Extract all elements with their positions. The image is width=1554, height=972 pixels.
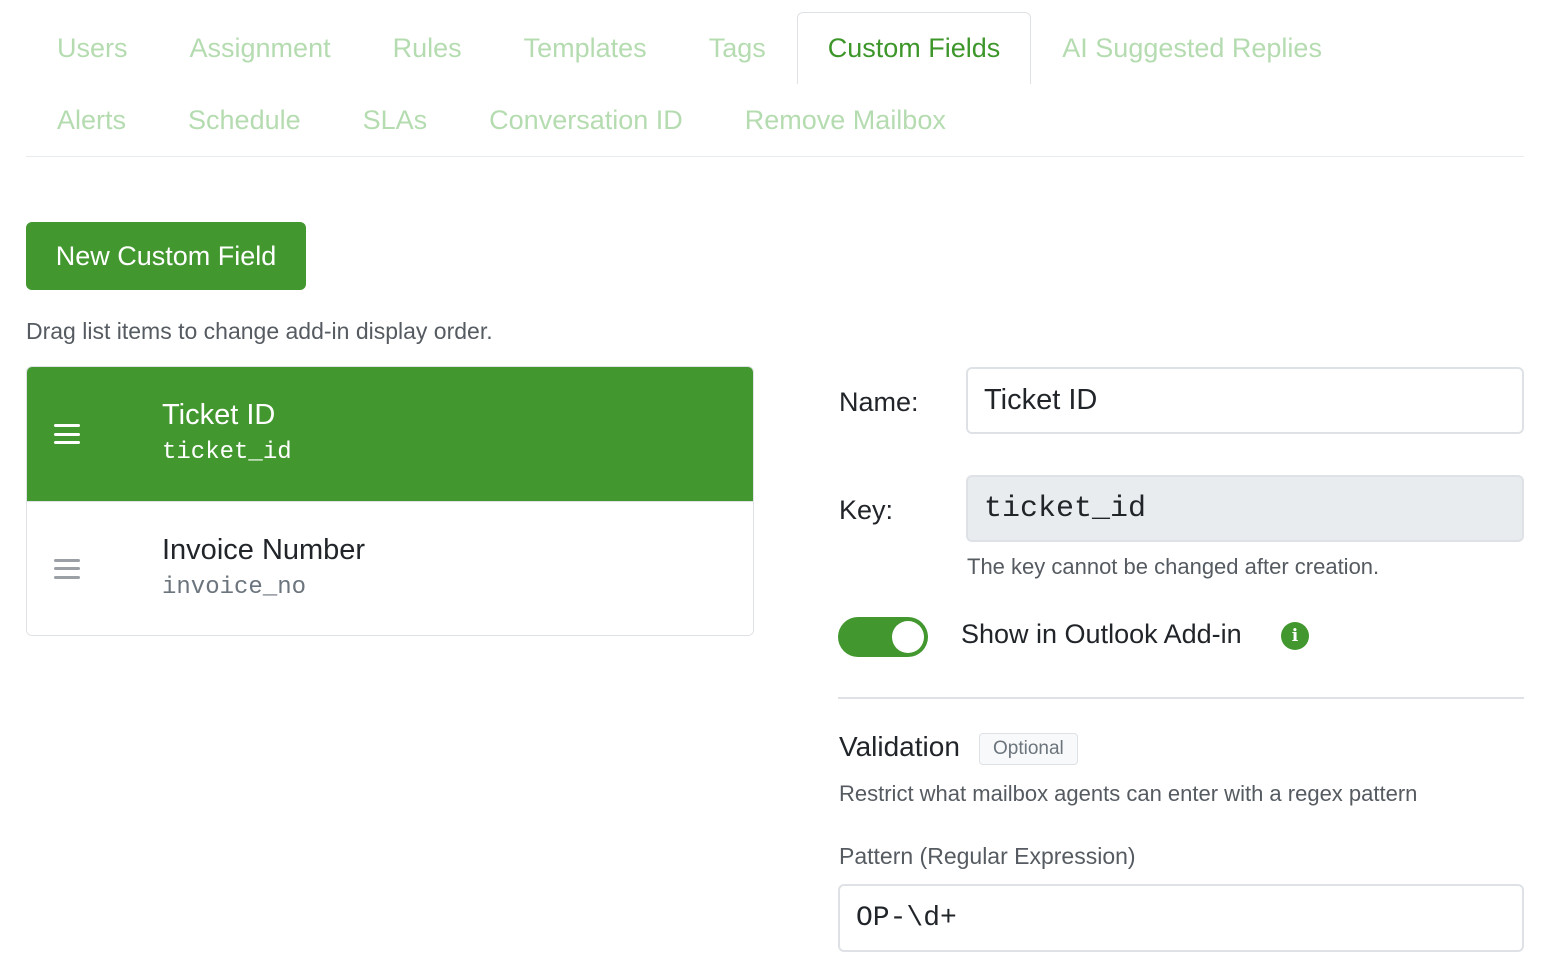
tab-slas[interactable]: SLAs [332, 84, 459, 156]
tab-row-1: Users Assignment Rules Templates Tags Cu… [26, 12, 1353, 84]
tab-templates[interactable]: Templates [493, 12, 678, 84]
list-item[interactable]: Invoice Number invoice_no [27, 501, 753, 635]
tab-row-2: Alerts Schedule SLAs Conversation ID Rem… [26, 84, 977, 156]
pattern-label: Pattern (Regular Expression) [839, 843, 1136, 869]
validation-title: Validation [839, 731, 960, 762]
list-item[interactable]: Ticket ID ticket_id [27, 367, 753, 501]
info-icon[interactable]: i [1281, 622, 1309, 650]
tab-users[interactable]: Users [26, 12, 159, 84]
name-input[interactable]: Ticket ID [966, 367, 1524, 434]
tab-assignment[interactable]: Assignment [159, 12, 362, 84]
tab-tags[interactable]: Tags [678, 12, 797, 84]
section-divider [838, 697, 1524, 699]
list-item-text: Invoice Number invoice_no [162, 532, 365, 606]
key-input: ticket_id [966, 475, 1524, 542]
name-label: Name: [839, 387, 919, 417]
tab-alerts[interactable]: Alerts [26, 84, 157, 156]
key-help-text: The key cannot be changed after creation… [967, 554, 1380, 579]
key-label: Key: [839, 495, 894, 525]
tab-remove-mailbox[interactable]: Remove Mailbox [714, 84, 977, 156]
tab-ai-suggested-replies[interactable]: AI Suggested Replies [1031, 12, 1353, 84]
field-name: Ticket ID [162, 399, 276, 431]
tab-conversation-id[interactable]: Conversation ID [458, 84, 714, 156]
pattern-input[interactable]: OP-\d+ [838, 884, 1524, 952]
field-key: invoice_no [162, 573, 307, 601]
tab-schedule[interactable]: Schedule [157, 84, 332, 156]
toggle-knob [892, 621, 924, 653]
list-item-text: Ticket ID ticket_id [162, 397, 292, 471]
drag-handle-icon[interactable] [54, 558, 80, 579]
show-in-outlook-toggle[interactable] [838, 617, 928, 657]
new-custom-field-button[interactable]: New Custom Field [26, 222, 306, 290]
show-in-outlook-label: Show in Outlook Add-in [961, 619, 1242, 649]
drag-handle-icon[interactable] [54, 424, 80, 444]
field-name: Invoice Number [162, 533, 366, 566]
optional-badge: Optional [979, 733, 1078, 765]
tab-rules[interactable]: Rules [362, 12, 493, 84]
settings-tabs: Users Assignment Rules Templates Tags Cu… [26, 12, 1524, 157]
custom-field-list: Ticket ID ticket_id Invoice Number invoi… [26, 366, 754, 636]
drag-hint: Drag list items to change add-in display… [26, 318, 493, 344]
validation-description: Restrict what mailbox agents can enter w… [839, 781, 1418, 806]
tab-custom-fields[interactable]: Custom Fields [796, 12, 1032, 84]
field-key: ticket_id [162, 439, 292, 466]
custom-fields-page: Users Assignment Rules Templates Tags Cu… [0, 0, 1554, 972]
